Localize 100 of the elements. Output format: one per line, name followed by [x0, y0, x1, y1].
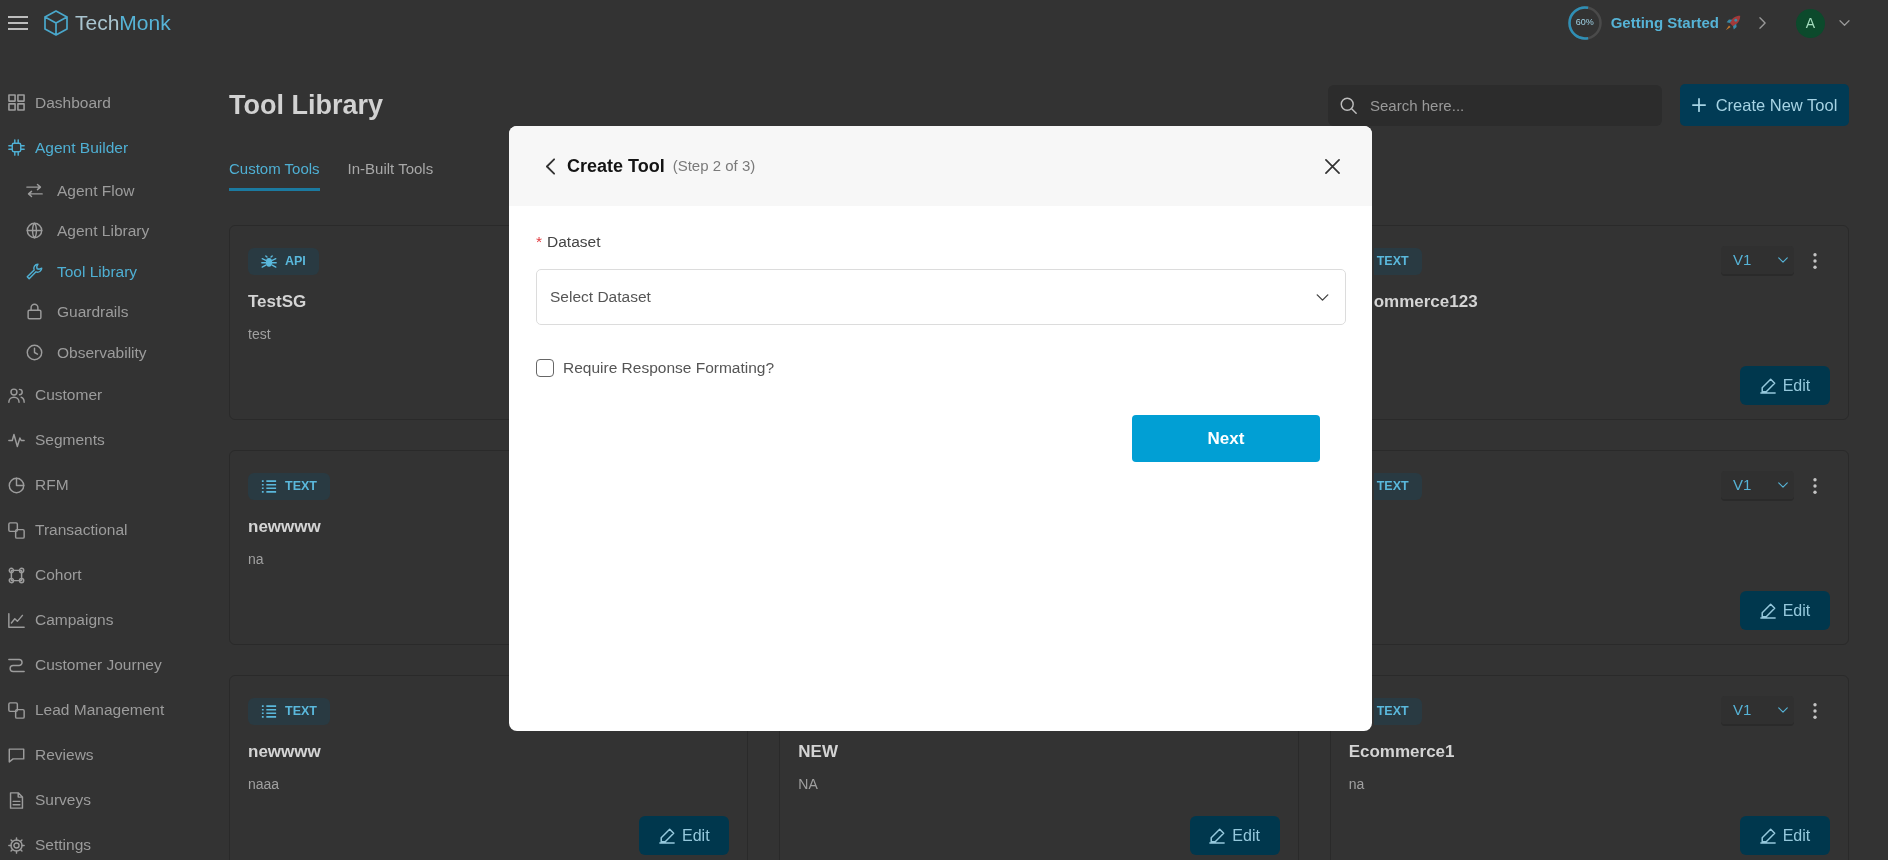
arrows-icon — [26, 181, 43, 199]
search-icon — [1340, 96, 1357, 114]
search-field[interactable]: Search here... — [1328, 84, 1662, 126]
sidebar-item[interactable]: Agent Builder — [0, 125, 200, 170]
pencil-icon — [1759, 602, 1776, 619]
version-select[interactable]: V1 — [1721, 696, 1794, 726]
route-icon — [8, 656, 25, 674]
required-mark: * — [536, 232, 543, 252]
page-title: Tool Library — [229, 89, 383, 122]
tab[interactable]: In-Built Tools — [347, 159, 434, 191]
version-select[interactable]: V1 — [1721, 246, 1794, 276]
tool-title: ommerce123 — [1373, 291, 1478, 313]
tool-title: TestSG — [248, 291, 307, 313]
edit-button[interactable]: Edit — [1189, 816, 1280, 855]
cube-logo-icon — [44, 10, 68, 36]
pencil-icon — [1759, 827, 1776, 844]
pencil-icon — [1759, 377, 1776, 394]
pencil-icon — [1209, 827, 1226, 844]
sidebar-item[interactable]: Transactional — [0, 507, 200, 553]
menu-icon[interactable] — [8, 16, 28, 30]
edit-button[interactable]: Edit — [1740, 591, 1830, 630]
tool-description: na — [248, 550, 264, 568]
sidebar-item[interactable]: Dashboard — [0, 80, 200, 125]
lock-icon — [26, 303, 43, 321]
checkbox-label[interactable]: Require Response Formating? — [563, 356, 775, 380]
tool-description: naaa — [248, 775, 280, 793]
type-badge: TEXT — [248, 697, 330, 725]
logo-text: TechMonk — [75, 10, 171, 37]
step-indicator: (Step 2 of 3) — [672, 155, 756, 176]
user-avatar[interactable]: A — [1796, 8, 1825, 38]
pulse-icon — [8, 431, 25, 449]
sidebar-item[interactable]: Surveys — [0, 777, 200, 823]
sidebar-item[interactable]: Campaigns — [0, 597, 200, 643]
tool-title: Ecommerce1 — [1348, 741, 1455, 763]
tool-description: NA — [798, 775, 818, 793]
pie-chart-icon — [8, 476, 25, 494]
chevron-down-icon — [1778, 707, 1788, 713]
sidebar-item[interactable]: Cohort — [0, 552, 200, 598]
edit-button[interactable]: Edit — [1740, 816, 1830, 855]
chevron-right-icon[interactable] — [1759, 17, 1766, 29]
tab[interactable]: Custom Tools — [229, 159, 320, 191]
getting-started-link[interactable]: Getting Started — [1610, 11, 1719, 35]
sidebar-item[interactable]: Reviews — [0, 732, 200, 778]
tool-title: newwww — [248, 741, 321, 763]
kebab-menu-icon[interactable] — [1813, 253, 1817, 269]
kebab-menu-icon[interactable] — [1813, 703, 1817, 719]
type-badge: TEXT — [1373, 247, 1422, 275]
kebab-menu-icon[interactable] — [1813, 478, 1817, 494]
create-new-tool-button[interactable]: Create New Tool — [1680, 84, 1849, 126]
rocket-icon — [1725, 15, 1741, 31]
sidebar-item[interactable]: Tool Library — [0, 251, 200, 292]
bug-icon — [261, 253, 277, 269]
checkbox[interactable] — [536, 358, 554, 377]
sidebar-item[interactable]: RFM — [0, 462, 200, 508]
dialog-title: Create Tool — [567, 154, 665, 178]
settings-icon — [8, 836, 25, 854]
tool-title: NEW — [798, 741, 838, 763]
type-badge: TEXT — [248, 472, 330, 500]
sidebar-item[interactable]: Observability — [0, 332, 200, 373]
list-icon — [261, 478, 277, 494]
wrench-icon — [26, 262, 43, 280]
nodes-icon — [8, 566, 25, 584]
sidebar-item[interactable]: Customer Journey — [0, 642, 200, 688]
version-select[interactable]: V1 — [1721, 471, 1794, 501]
back-icon[interactable] — [546, 157, 555, 175]
plus-icon — [1691, 98, 1706, 112]
chip-icon — [8, 139, 25, 156]
dataset-select[interactable]: Select Dataset — [536, 269, 1346, 325]
squares-icon — [8, 701, 25, 719]
type-badge: API — [248, 247, 319, 275]
sidebar-item[interactable]: Guardrails — [0, 291, 200, 332]
close-icon[interactable] — [1325, 158, 1340, 174]
sidebar-item[interactable]: Agent Flow — [0, 170, 200, 211]
edit-button[interactable]: Edit — [1740, 366, 1830, 405]
progress-reading: 60% — [1575, 16, 1594, 30]
tool-title: newwww — [248, 516, 321, 538]
chevron-down-icon — [1778, 257, 1788, 263]
chevron-down-icon — [1316, 293, 1329, 301]
edit-button[interactable]: Edit — [639, 816, 730, 855]
squares-icon — [8, 521, 25, 539]
chevron-down-icon[interactable] — [1839, 20, 1850, 26]
type-badge: TEXT — [1373, 472, 1422, 500]
list-icon — [261, 703, 277, 719]
chevron-down-icon — [1778, 482, 1788, 488]
sidebar-item[interactable]: Settings — [0, 822, 200, 860]
pencil-icon — [659, 827, 676, 844]
next-button[interactable]: Next — [1132, 415, 1320, 463]
sidebar-item[interactable]: Customer — [0, 372, 200, 418]
tool-description: test — [248, 325, 271, 343]
sidebar-item[interactable]: Agent Library — [0, 210, 200, 251]
chat-icon — [8, 746, 25, 764]
clock-icon — [26, 343, 43, 361]
globe-icon — [26, 222, 43, 240]
document-icon — [8, 791, 25, 809]
users-icon — [8, 386, 25, 404]
type-badge: TEXT — [1373, 697, 1422, 725]
grid-icon — [8, 94, 25, 111]
tool-description: na — [1348, 775, 1365, 793]
sidebar-item[interactable]: Lead Management — [0, 687, 200, 733]
sidebar-item[interactable]: Segments — [0, 417, 200, 463]
